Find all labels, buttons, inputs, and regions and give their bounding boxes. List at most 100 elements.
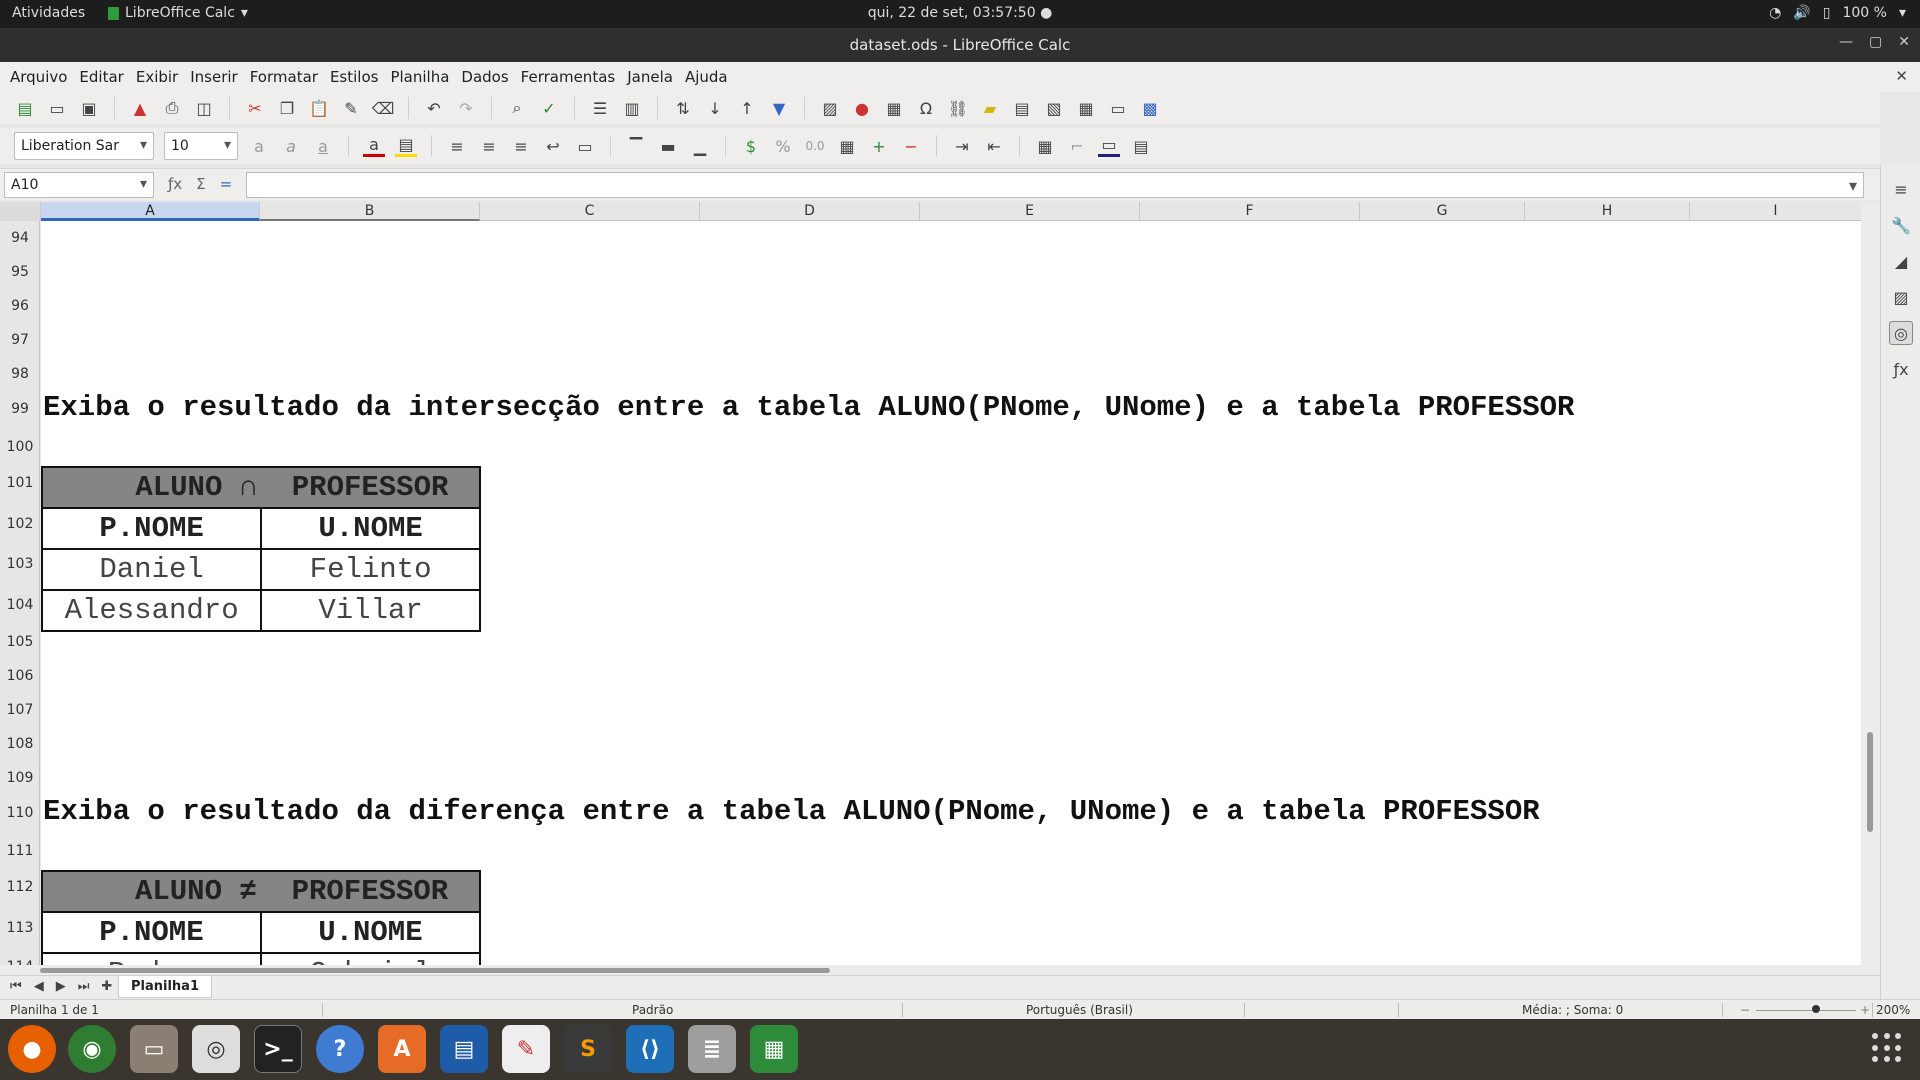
select-all-corner[interactable] bbox=[0, 202, 41, 221]
page-style[interactable]: Padrão bbox=[632, 1003, 673, 1017]
close-icon[interactable]: ✕ bbox=[1898, 34, 1910, 50]
column-header-unome[interactable]: U.NOME bbox=[260, 507, 481, 550]
new-document-icon[interactable]: ▤ bbox=[14, 97, 36, 119]
name-box[interactable]: A10 bbox=[4, 172, 154, 198]
zoom-out-icon[interactable]: − bbox=[1740, 1003, 1750, 1017]
clear-formatting-icon[interactable]: ⌫ bbox=[372, 97, 395, 119]
row-number[interactable]: 110 bbox=[0, 805, 40, 821]
column-h[interactable]: H bbox=[1525, 202, 1690, 221]
formula-icon[interactable]: = bbox=[220, 175, 233, 193]
delete-decimal-icon[interactable]: − bbox=[900, 135, 922, 157]
battery-icon[interactable]: ▯ bbox=[1823, 5, 1831, 21]
table-cell[interactable]: Daniel bbox=[41, 548, 263, 591]
first-sheet-icon[interactable]: ⏮ bbox=[10, 979, 22, 994]
column-e[interactable]: E bbox=[920, 202, 1140, 221]
table-cell[interactable]: Alessandro bbox=[41, 589, 263, 632]
number-format-icon[interactable]: 0.0 bbox=[804, 135, 826, 157]
highlight-color-icon[interactable]: ▤ bbox=[395, 135, 417, 157]
define-print-area-icon[interactable]: ▧ bbox=[1043, 97, 1065, 119]
increase-indent-icon[interactable]: ⇥ bbox=[951, 135, 973, 157]
system-menu-chevron-icon[interactable]: ▾ bbox=[1899, 5, 1906, 21]
row-number[interactable]: 108 bbox=[0, 736, 40, 752]
heading-difference[interactable]: Exiba o resultado da diferença entre a t… bbox=[43, 795, 1540, 828]
last-sheet-icon[interactable]: ⏭ bbox=[78, 979, 90, 994]
table-header-professor[interactable]: PROFESSOR bbox=[261, 466, 481, 509]
next-sheet-icon[interactable]: ▶ bbox=[56, 979, 66, 994]
menu-formatar[interactable]: Formatar bbox=[244, 62, 324, 92]
table-cell[interactable]: Pedro bbox=[41, 952, 262, 965]
database-icon[interactable]: ≣ bbox=[688, 1025, 736, 1073]
zoom-slider[interactable] bbox=[1756, 1010, 1856, 1011]
show-apps-icon[interactable] bbox=[1872, 1033, 1902, 1063]
spelling-icon[interactable]: ✓ bbox=[538, 97, 560, 119]
border-color-icon[interactable]: ▭ bbox=[1098, 135, 1120, 157]
date-format-icon[interactable]: ▦ bbox=[836, 135, 858, 157]
scroll-thumb[interactable] bbox=[1867, 732, 1873, 832]
row-number[interactable]: 95 bbox=[0, 264, 40, 280]
autofilter-icon[interactable]: ▼ bbox=[768, 97, 790, 119]
software-center-icon[interactable]: A bbox=[378, 1025, 426, 1073]
add-decimal-icon[interactable]: + bbox=[868, 135, 890, 157]
print-icon[interactable]: ⎙ bbox=[161, 97, 183, 119]
scroll-thumb[interactable] bbox=[40, 968, 830, 973]
row-number[interactable]: 113 bbox=[0, 920, 40, 936]
horizontal-scrollbar[interactable] bbox=[0, 965, 1880, 975]
font-size-select[interactable]: 10 bbox=[164, 132, 238, 160]
header-footer-icon[interactable]: ▤ bbox=[1011, 97, 1033, 119]
column-i[interactable]: I bbox=[1690, 202, 1862, 221]
align-top-icon[interactable]: ▔ bbox=[625, 135, 647, 157]
pivot-table-icon[interactable]: ▦ bbox=[883, 97, 905, 119]
merge-cells-icon[interactable]: ▭ bbox=[574, 135, 596, 157]
menu-inserir[interactable]: Inserir bbox=[184, 62, 243, 92]
navigator-icon[interactable]: ◎ bbox=[1889, 321, 1913, 345]
zoom-in-icon[interactable]: + bbox=[1860, 1003, 1870, 1017]
clone-formatting-icon[interactable]: ✎ bbox=[340, 97, 362, 119]
calc-icon[interactable]: ▦ bbox=[750, 1025, 798, 1073]
writer-icon[interactable]: ▤ bbox=[440, 1025, 488, 1073]
open-folder-icon[interactable]: ▭ bbox=[46, 97, 68, 119]
sort-ascending-icon[interactable]: ↓ bbox=[704, 97, 726, 119]
table-header-aluno[interactable]: ALUNO ≠ bbox=[41, 870, 261, 913]
sublime-text-icon[interactable]: S bbox=[564, 1025, 612, 1073]
wifi-icon[interactable]: ◔ bbox=[1769, 5, 1781, 21]
insert-image-icon[interactable]: ▨ bbox=[819, 97, 841, 119]
show-draw-functions-icon[interactable]: ▩ bbox=[1139, 97, 1161, 119]
files-icon[interactable]: ▭ bbox=[130, 1025, 178, 1073]
column-b[interactable]: B bbox=[260, 202, 480, 221]
row-number[interactable]: 101 bbox=[0, 475, 40, 491]
app-menu[interactable]: LibreOffice Calc ▾ bbox=[108, 5, 248, 21]
cut-icon[interactable]: ✂ bbox=[244, 97, 266, 119]
column-d[interactable]: D bbox=[700, 202, 920, 221]
vscode-icon[interactable]: ⟨⟩ bbox=[626, 1025, 674, 1073]
sheet-tab[interactable]: Planilha1 bbox=[118, 976, 212, 998]
styles-icon[interactable]: ◢ bbox=[1889, 249, 1913, 273]
redo-icon[interactable]: ↷ bbox=[455, 97, 477, 119]
row-number[interactable]: 100 bbox=[0, 439, 40, 455]
clock[interactable]: qui, 22 de set, 03:57:50 bbox=[868, 5, 1036, 21]
zoom-slider-handle[interactable] bbox=[1812, 1005, 1820, 1013]
save-icon[interactable]: ▣ bbox=[78, 97, 100, 119]
undo-icon[interactable]: ↶ bbox=[423, 97, 445, 119]
align-left-icon[interactable]: ≡ bbox=[446, 135, 468, 157]
column-f[interactable]: F bbox=[1140, 202, 1360, 221]
row-number[interactable]: 112 bbox=[0, 879, 40, 895]
functions-icon[interactable]: ƒx bbox=[1889, 357, 1913, 381]
table-cell[interactable]: Villar bbox=[260, 589, 481, 632]
align-middle-icon[interactable]: ▬ bbox=[657, 135, 679, 157]
column-header-pnome[interactable]: P.NOME bbox=[41, 911, 262, 954]
row-number[interactable]: 109 bbox=[0, 770, 40, 786]
menu-dados[interactable]: Dados bbox=[455, 62, 514, 92]
volume-icon[interactable]: 🔊 bbox=[1793, 5, 1810, 21]
row-number[interactable]: 107 bbox=[0, 702, 40, 718]
column-g[interactable]: G bbox=[1360, 202, 1525, 221]
add-sheet-icon[interactable]: ✚ bbox=[101, 979, 112, 994]
row-number[interactable]: 97 bbox=[0, 332, 40, 348]
align-right-icon[interactable]: ≡ bbox=[510, 135, 532, 157]
hyperlink-icon[interactable]: ⛓ bbox=[947, 97, 969, 119]
print-preview-icon[interactable]: ◫ bbox=[193, 97, 215, 119]
battery-level[interactable]: 100 % bbox=[1842, 5, 1886, 21]
row-number[interactable]: 99 bbox=[0, 401, 40, 417]
border-style-icon[interactable]: ⌐ bbox=[1066, 135, 1088, 157]
menu-estilos[interactable]: Estilos bbox=[324, 62, 385, 92]
row-number[interactable]: 94 bbox=[0, 230, 40, 246]
